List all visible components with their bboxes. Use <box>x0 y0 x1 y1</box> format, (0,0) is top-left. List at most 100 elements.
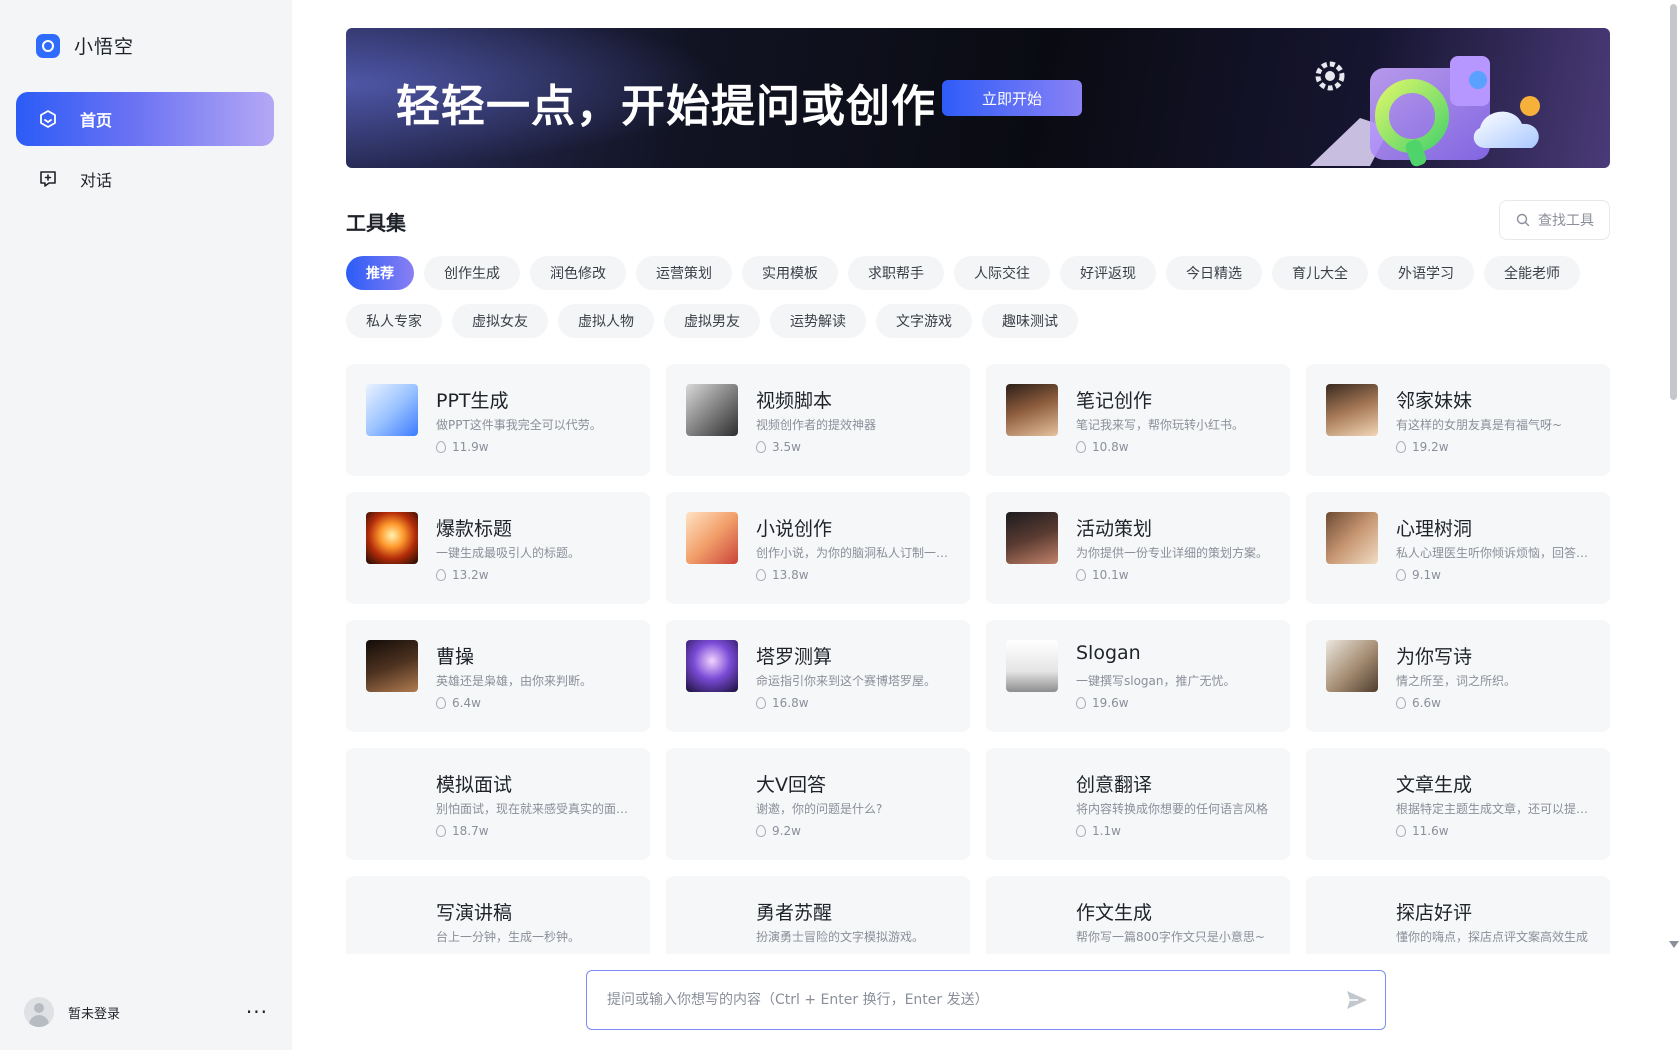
category-chip[interactable]: 求职帮手 <box>848 256 944 290</box>
category-chip[interactable]: 运营策划 <box>636 256 732 290</box>
tool-card[interactable]: 曹操 英雄还是枭雄，由你来判断。 6.4w <box>346 620 650 732</box>
user-name[interactable]: 暂未登录 <box>68 1003 120 1022</box>
tool-card[interactable]: 视频脚本视频创作者的提效神器 3.5w <box>666 364 970 476</box>
hexagon-home-icon <box>40 110 56 128</box>
tool-card[interactable]: 笔记创作 笔记我来写，帮你玩转小红书。 10.8w <box>986 364 1290 476</box>
sidebar-item-home[interactable]: 首页 <box>16 92 274 146</box>
usage-count: 16.8w <box>772 696 809 710</box>
tool-card[interactable]: 写演讲稿 台上一分钟，生成一秒钟。 <box>346 876 650 954</box>
tool-thumbnail <box>366 384 418 436</box>
usage-count: 18.7w <box>452 824 489 838</box>
category-chip[interactable]: 今日精选 <box>1166 256 1262 290</box>
tool-card[interactable]: 小说创作 创作小说，为你的脑洞私人订制一本小说 13.8w <box>666 492 970 604</box>
tool-card-description: 做PPT这件事我完全可以代劳。 <box>436 418 602 432</box>
tool-card[interactable]: 为你写诗 情之所至，词之所织。 6.6w <box>1306 620 1610 732</box>
popularity-icon <box>436 569 446 581</box>
tool-thumbnail <box>686 512 738 564</box>
tool-card[interactable]: 探店好评 懂你的嗨点，探店点评文案高效生成 <box>1306 876 1610 954</box>
prompt-input[interactable] <box>607 992 1307 1008</box>
tool-card-description: 为你提供一份专业详细的策划方案。 <box>1076 546 1269 560</box>
scrollbar[interactable] <box>1668 0 1680 1050</box>
tool-card[interactable]: Slogan 一键撰写slogan，推广无忧。 19.6w <box>986 620 1290 732</box>
category-chip[interactable]: 实用模板 <box>742 256 838 290</box>
app-logo-icon <box>36 33 60 58</box>
tool-card[interactable]: 作文生成 帮你写一篇800字作文只是小意思~ <box>986 876 1290 954</box>
tool-card[interactable]: 文章生成 根据特定主题生成文章，还可以提供大纲 11.6w <box>1306 748 1610 860</box>
tool-card[interactable]: 心理树洞私人心理医生听你倾诉烦恼，回答你的问题 9.1w <box>1306 492 1610 604</box>
tool-card-description: 谢邀，你的问题是什么? <box>756 802 883 816</box>
tool-card-title: 爆款标题 <box>436 518 513 540</box>
tool-thumbnail <box>1006 640 1058 692</box>
usage-count: 9.1w <box>1412 568 1441 582</box>
tool-card-usage: 19.2w <box>1396 440 1449 454</box>
category-chip[interactable]: 润色修改 <box>530 256 626 290</box>
tool-card[interactable]: 大V回答 谢邀，你的问题是什么? 9.2w <box>666 748 970 860</box>
tool-card-description: 台上一分钟，生成一秒钟。 <box>436 930 581 944</box>
category-row: 推荐 创作生成 润色修改 运营策划 实用模板 求职帮手 人际交往 好评返现 今日精选 育儿大全 外语… <box>346 256 1616 290</box>
tool-card[interactable]: 模拟面试 别怕面试，现在就来感受真实的面试场景 18.7w <box>346 748 650 860</box>
sidebar-item-label: 首页 <box>80 111 113 130</box>
search-icon <box>1516 213 1530 227</box>
popularity-icon <box>436 825 446 837</box>
popularity-icon <box>756 569 766 581</box>
category-chip[interactable]: 虚拟女友 <box>452 304 548 338</box>
promo-banner[interactable]: 轻轻一点，开始提问或创作 立即开始 <box>346 28 1610 168</box>
send-icon[interactable] <box>1345 988 1369 1012</box>
category-chip[interactable]: 推荐 <box>346 256 414 290</box>
tool-card-usage: 6.6w <box>1396 696 1441 710</box>
tool-card-usage: 1.1w <box>1076 824 1121 838</box>
category-chip[interactable]: 育儿大全 <box>1272 256 1368 290</box>
category-chip[interactable]: 外语学习 <box>1378 256 1474 290</box>
category-chip[interactable]: 人际交往 <box>954 256 1050 290</box>
usage-count: 3.5w <box>772 440 801 454</box>
category-chip[interactable]: 全能老师 <box>1484 256 1580 290</box>
tool-card-description: 创作小说，为你的脑洞私人订制一本小说 <box>756 546 952 560</box>
tool-card[interactable]: 爆款标题 一键生成最吸引人的标题。 13.2w <box>346 492 650 604</box>
category-chip[interactable]: 虚拟男友 <box>664 304 760 338</box>
tool-thumbnail <box>686 640 738 692</box>
category-chip[interactable]: 好评返现 <box>1060 256 1156 290</box>
category-chip[interactable]: 趣味测试 <box>982 304 1078 338</box>
tool-card[interactable]: 塔罗测算命运指引你来到这个赛博塔罗屋。 16.8w <box>666 620 970 732</box>
category-chip[interactable]: 运势解读 <box>770 304 866 338</box>
avatar[interactable] <box>24 997 54 1027</box>
scroll-down-arrow-icon[interactable] <box>1669 941 1679 948</box>
tool-card[interactable]: 邻家妹妹 有这样的女朋友真是有福气呀~ 19.2w <box>1306 364 1610 476</box>
tool-card-description: 视频创作者的提效神器 <box>756 418 877 432</box>
popularity-icon <box>1076 441 1086 453</box>
tool-card-title: 大V回答 <box>756 774 826 796</box>
tool-card-title: 视频脚本 <box>756 390 833 412</box>
tool-card[interactable]: 活动策划 为你提供一份专业详细的策划方案。 10.1w <box>986 492 1290 604</box>
tool-card-title: 曹操 <box>436 646 475 668</box>
tool-thumbnail <box>1326 384 1378 436</box>
sidebar-item-chat[interactable]: 对话 <box>16 152 274 206</box>
tool-card-description: 根据特定主题生成文章，还可以提供大纲 <box>1396 802 1592 816</box>
tool-card-title: 塔罗测算 <box>756 646 833 668</box>
tool-card[interactable]: PPT生成 做PPT这件事我完全可以代劳。 11.9w <box>346 364 650 476</box>
tool-card[interactable]: 创意翻译 将内容转换成你想要的任何语言风格 1.1w <box>986 748 1290 860</box>
category-chip[interactable]: 文字游戏 <box>876 304 972 338</box>
category-chip[interactable]: 虚拟人物 <box>558 304 654 338</box>
brand[interactable]: 小悟空 <box>36 32 134 59</box>
tool-card-description: 私人心理医生听你倾诉烦恼，回答你的问题 <box>1396 546 1592 560</box>
category-chip[interactable]: 私人专家 <box>346 304 442 338</box>
tool-card-usage: 18.7w <box>436 824 489 838</box>
tool-card[interactable]: 勇者苏醒 扮演勇士冒险的文字模拟游戏。 <box>666 876 970 954</box>
tool-card-description: 有这样的女朋友真是有福气呀~ <box>1396 418 1563 432</box>
scrollbar-thumb[interactable] <box>1670 4 1677 400</box>
usage-count: 10.8w <box>1092 440 1129 454</box>
tool-card-description: 命运指引你来到这个赛博塔罗屋。 <box>756 674 937 688</box>
more-options-button[interactable]: ··· <box>246 1000 268 1024</box>
popularity-icon <box>1076 697 1086 709</box>
usage-count: 19.6w <box>1092 696 1129 710</box>
tool-card-title: 勇者苏醒 <box>756 902 833 924</box>
tool-card-description: 英雄还是枭雄，由你来判断。 <box>436 674 593 688</box>
tool-search-input[interactable]: 查找工具 <box>1499 200 1610 240</box>
tool-card-title: 创意翻译 <box>1076 774 1153 796</box>
start-button[interactable]: 立即开始 <box>942 80 1082 116</box>
tool-thumbnail <box>366 512 418 564</box>
tool-card-title: 心理树洞 <box>1396 518 1473 540</box>
search-illustration-icon <box>1310 56 1540 167</box>
tool-card-description: 懂你的嗨点，探店点评文案高效生成 <box>1396 930 1589 944</box>
category-chip[interactable]: 创作生成 <box>424 256 520 290</box>
